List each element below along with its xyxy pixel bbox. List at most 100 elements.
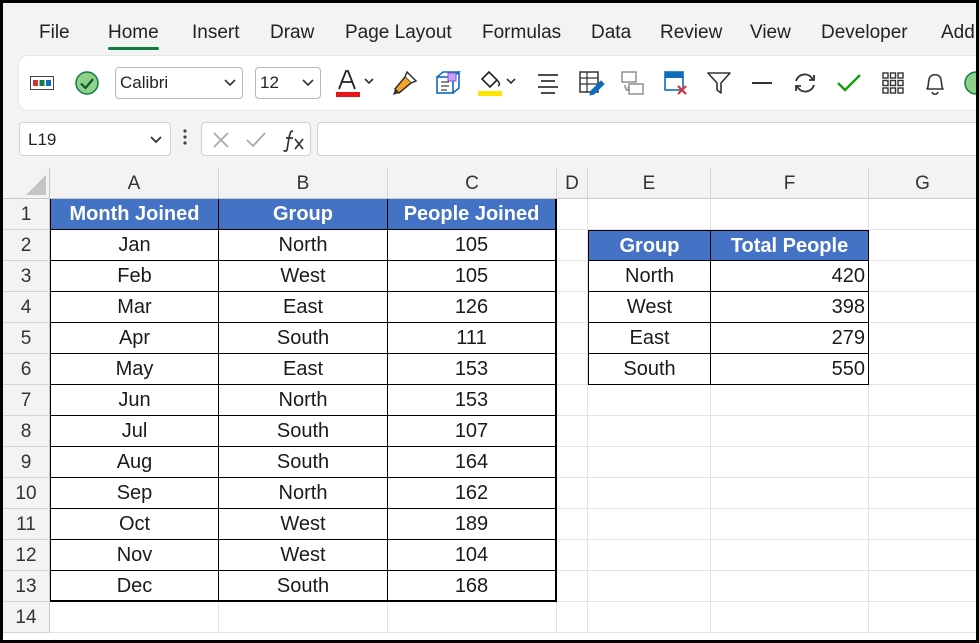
row-header-6[interactable]: 6 bbox=[3, 354, 50, 385]
table-header-cell[interactable]: Group bbox=[219, 199, 388, 230]
cell-f7[interactable] bbox=[711, 385, 869, 416]
table-cell[interactable]: West bbox=[219, 540, 388, 571]
column-header-f[interactable]: F bbox=[711, 168, 869, 199]
table-cell[interactable]: Mar bbox=[50, 292, 219, 323]
row-header-7[interactable]: 7 bbox=[3, 385, 50, 416]
cell-d6[interactable] bbox=[557, 354, 588, 385]
cell-g10[interactable] bbox=[869, 478, 976, 509]
cell-g5[interactable] bbox=[869, 323, 976, 354]
cell-e9[interactable] bbox=[588, 447, 711, 478]
cell-d4[interactable] bbox=[557, 292, 588, 323]
table-cell[interactable]: 162 bbox=[388, 478, 557, 509]
fill-color-icon[interactable] bbox=[475, 56, 521, 110]
menu-page-layout[interactable]: Page Layout bbox=[345, 22, 452, 44]
cell-g4[interactable] bbox=[869, 292, 976, 323]
cell-f8[interactable] bbox=[711, 416, 869, 447]
table-cell[interactable]: Jun bbox=[50, 385, 219, 416]
menu-developer[interactable]: Developer bbox=[821, 22, 908, 44]
cell-d1[interactable] bbox=[557, 199, 588, 230]
table-cell[interactable]: Oct bbox=[50, 509, 219, 540]
cell-e10[interactable] bbox=[588, 478, 711, 509]
extension-icon[interactable] bbox=[961, 56, 976, 110]
row-header-2[interactable]: 2 bbox=[3, 230, 50, 261]
bell-icon[interactable] bbox=[919, 56, 951, 110]
column-header-e[interactable]: E bbox=[588, 168, 711, 199]
table-cell[interactable]: 168 bbox=[388, 571, 557, 602]
cell-d13[interactable] bbox=[557, 571, 588, 602]
table-cell[interactable]: Nov bbox=[50, 540, 219, 571]
table-cell[interactable]: North bbox=[219, 478, 388, 509]
menu-view[interactable]: View bbox=[750, 22, 791, 44]
cell-d8[interactable] bbox=[557, 416, 588, 447]
more-options-icon[interactable] bbox=[183, 129, 187, 145]
cell-f11[interactable] bbox=[711, 509, 869, 540]
summary-cell[interactable]: West bbox=[588, 292, 711, 323]
column-header-a[interactable]: A bbox=[50, 168, 219, 199]
table-cell[interactable]: 126 bbox=[388, 292, 557, 323]
row-header-13[interactable]: 13 bbox=[3, 571, 50, 602]
cell-c14[interactable] bbox=[388, 602, 557, 633]
cell-g12[interactable] bbox=[869, 540, 976, 571]
table-cell[interactable]: Jul bbox=[50, 416, 219, 447]
cell-g7[interactable] bbox=[869, 385, 976, 416]
cell-f9[interactable] bbox=[711, 447, 869, 478]
table-cell[interactable]: 164 bbox=[388, 447, 557, 478]
menu-file[interactable]: File bbox=[39, 22, 70, 44]
cube-icon[interactable] bbox=[431, 56, 463, 110]
minus-icon[interactable] bbox=[747, 56, 777, 110]
cell-d3[interactable] bbox=[557, 261, 588, 292]
table-cell[interactable]: West bbox=[219, 509, 388, 540]
row-header-8[interactable]: 8 bbox=[3, 416, 50, 447]
column-header-b[interactable]: B bbox=[219, 168, 388, 199]
table-cell[interactable]: East bbox=[219, 292, 388, 323]
clear-format-icon[interactable] bbox=[659, 56, 691, 110]
cell-g14[interactable] bbox=[869, 602, 976, 633]
cancel-icon[interactable] bbox=[212, 131, 230, 149]
row-header-9[interactable]: 9 bbox=[3, 447, 50, 478]
table-cell[interactable]: 105 bbox=[388, 230, 557, 261]
summary-cell[interactable]: East bbox=[588, 323, 711, 354]
table-cell[interactable]: 111 bbox=[388, 323, 557, 354]
cell-g1[interactable] bbox=[869, 199, 976, 230]
table-cell[interactable]: 105 bbox=[388, 261, 557, 292]
summary-cell[interactable]: North bbox=[588, 261, 711, 292]
table-cell[interactable]: South bbox=[219, 323, 388, 354]
column-header-c[interactable]: C bbox=[388, 168, 557, 199]
menu-formulas[interactable]: Formulas bbox=[482, 22, 561, 44]
font-color-icon[interactable] bbox=[333, 56, 379, 110]
table-cell[interactable]: East bbox=[219, 354, 388, 385]
cell-g13[interactable] bbox=[869, 571, 976, 602]
summary-cell[interactable]: 279 bbox=[711, 323, 869, 354]
cell-g2[interactable] bbox=[869, 230, 976, 261]
cell-e13[interactable] bbox=[588, 571, 711, 602]
table-cell[interactable]: South bbox=[219, 447, 388, 478]
column-header-g[interactable]: G bbox=[869, 168, 976, 199]
row-header-1[interactable]: 1 bbox=[3, 199, 50, 230]
summary-header-cell[interactable]: Group bbox=[588, 230, 711, 261]
checkmark-circle-icon[interactable] bbox=[71, 56, 103, 110]
table-cell[interactable]: Sep bbox=[50, 478, 219, 509]
table-cell[interactable]: Dec bbox=[50, 571, 219, 602]
row-header-5[interactable]: 5 bbox=[3, 323, 50, 354]
table-cell[interactable]: Aug bbox=[50, 447, 219, 478]
cell-f10[interactable] bbox=[711, 478, 869, 509]
menu-review[interactable]: Review bbox=[660, 22, 722, 44]
enter-icon[interactable] bbox=[246, 131, 266, 149]
cell-d2[interactable] bbox=[557, 230, 588, 261]
cell-g3[interactable] bbox=[869, 261, 976, 292]
copy-format-icon[interactable] bbox=[617, 56, 649, 110]
menu-home[interactable]: Home bbox=[108, 22, 159, 50]
cell-d11[interactable] bbox=[557, 509, 588, 540]
menu-insert[interactable]: Insert bbox=[192, 22, 240, 44]
table-cell[interactable]: North bbox=[219, 385, 388, 416]
cell-d9[interactable] bbox=[557, 447, 588, 478]
cell-e8[interactable] bbox=[588, 416, 711, 447]
formula-input[interactable] bbox=[317, 122, 976, 156]
cell-f1[interactable] bbox=[711, 199, 869, 230]
table-cell[interactable]: 107 bbox=[388, 416, 557, 447]
row-header-10[interactable]: 10 bbox=[3, 478, 50, 509]
summary-cell[interactable]: 420 bbox=[711, 261, 869, 292]
refresh-icon[interactable] bbox=[789, 56, 821, 110]
cell-g9[interactable] bbox=[869, 447, 976, 478]
cell-a14[interactable] bbox=[50, 602, 219, 633]
